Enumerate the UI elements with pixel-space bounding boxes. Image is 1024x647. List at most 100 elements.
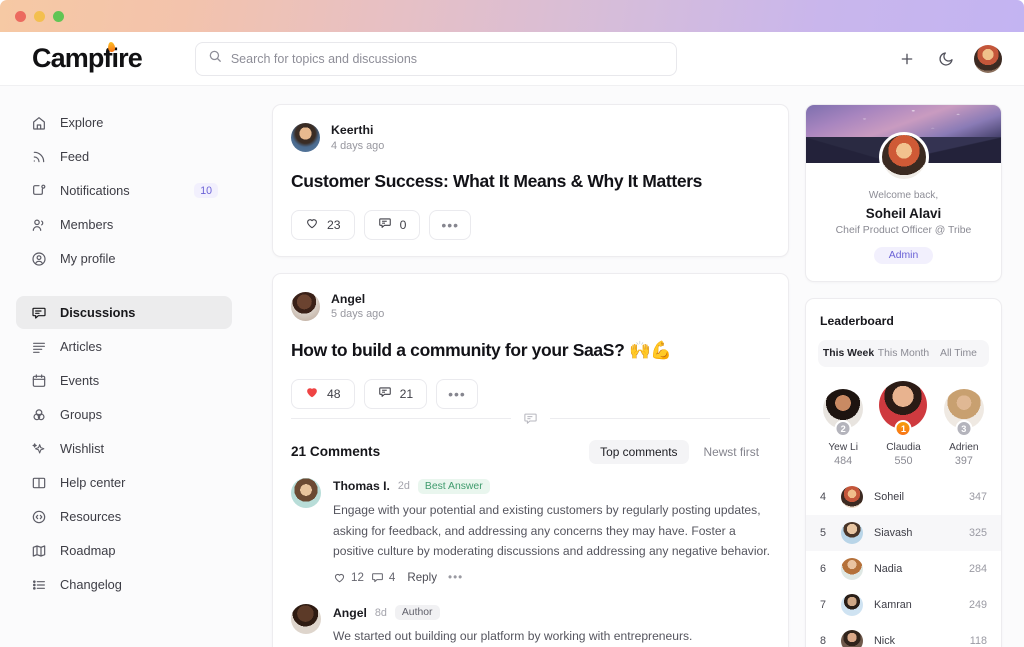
avatar xyxy=(841,594,863,616)
post-more-button[interactable]: ••• xyxy=(436,378,478,409)
post-card[interactable]: Angel 5 days ago How to build a communit… xyxy=(272,272,789,647)
rank-badge: 1 xyxy=(894,420,912,437)
avatar[interactable] xyxy=(291,477,321,508)
sidebar-item-label: Discussions xyxy=(60,305,136,320)
row-rank: 6 xyxy=(820,563,827,575)
post-card[interactable]: Keerthi 4 days ago Customer Success: Wha… xyxy=(272,104,789,257)
tab-all-time[interactable]: All Time xyxy=(931,343,986,364)
profile-name: Soheil Alavi xyxy=(865,206,942,221)
like-button[interactable]: 23 xyxy=(291,209,355,240)
sidebar-item-label: My profile xyxy=(60,251,116,266)
close-window-button[interactable] xyxy=(15,10,26,22)
plus-icon[interactable] xyxy=(896,48,918,70)
row-rank: 7 xyxy=(820,599,827,611)
sidebar-item-members[interactable]: Members xyxy=(16,208,232,241)
comment-body: Thomas I. 2d Best Answer Engage with you… xyxy=(333,478,770,584)
avatar: 2 xyxy=(823,389,864,437)
maximize-window-button[interactable] xyxy=(53,10,64,22)
groups-icon xyxy=(30,406,47,423)
sidebar-item-discussions[interactable]: Discussions xyxy=(16,296,232,329)
divider-line xyxy=(550,417,770,419)
sidebar-item-articles[interactable]: Articles xyxy=(16,330,232,363)
sidebar-item-label: Wishlist xyxy=(60,441,105,456)
sidebar-item-explore[interactable]: Explore xyxy=(16,106,232,139)
post-header: Keerthi 4 days ago xyxy=(291,122,770,154)
comment-body: Angel 8d Author We started out building … xyxy=(333,604,770,647)
avatar[interactable] xyxy=(974,44,1002,73)
avatar[interactable] xyxy=(291,123,320,153)
podium-name: Claudia xyxy=(886,442,921,453)
comment-author: Thomas I. xyxy=(333,479,390,494)
table-row[interactable]: 6 Nadia 284 xyxy=(806,551,1001,587)
notifications-badge: 10 xyxy=(194,183,218,198)
app-logo[interactable]: Campfire xyxy=(32,41,143,74)
podium-item-1[interactable]: 1 Claudia 550 xyxy=(876,381,930,467)
comments-divider xyxy=(291,411,770,426)
podium-name: Adrien xyxy=(949,442,979,453)
post-title[interactable]: How to build a community for your SaaS? … xyxy=(291,340,770,361)
comment-like-button[interactable]: 12 xyxy=(333,571,364,584)
moon-icon[interactable] xyxy=(935,48,957,70)
sidebar-item-events[interactable]: Events xyxy=(16,364,232,397)
table-row[interactable]: 7 Kamran 249 xyxy=(806,587,1001,623)
podium-item-3[interactable]: 3 Adrien 397 xyxy=(937,389,991,467)
avatar xyxy=(841,630,863,647)
comment-more-button[interactable]: ••• xyxy=(448,571,463,584)
lines-icon xyxy=(30,338,47,355)
reply-button[interactable]: Reply xyxy=(407,571,437,584)
comment-reply-count-button[interactable]: 4 xyxy=(371,571,395,584)
post-more-button[interactable]: ••• xyxy=(429,209,472,240)
app-header: Campfire xyxy=(0,32,1024,86)
tab-this-week[interactable]: This Week xyxy=(821,343,876,364)
table-row[interactable]: 4 Soheil 347 xyxy=(806,479,1001,515)
table-row[interactable]: 8 Nick 118 xyxy=(806,623,1001,647)
avatar[interactable] xyxy=(291,292,320,322)
comment-icon xyxy=(523,411,538,426)
comment-button[interactable]: 21 xyxy=(363,378,428,409)
row-name: Nadia xyxy=(874,563,903,575)
avatar xyxy=(841,522,863,544)
leaderboard-tabs: This Week This Month All Time xyxy=(818,340,989,367)
sidebar-item-help-center[interactable]: Help center xyxy=(16,466,232,499)
book-icon xyxy=(30,474,47,491)
sidebar-item-groups[interactable]: Groups xyxy=(16,398,232,431)
sidebar-item-changelog[interactable]: Changelog xyxy=(16,568,232,601)
sidebar-item-roadmap[interactable]: Roadmap xyxy=(16,534,232,567)
home-icon xyxy=(30,114,47,131)
sidebar-item-resources[interactable]: Resources xyxy=(16,500,232,533)
profile-banner xyxy=(806,105,1001,182)
post-title[interactable]: Customer Success: What It Means & Why It… xyxy=(291,171,770,192)
sidebar-item-wishlist[interactable]: Wishlist xyxy=(16,432,232,465)
avatar[interactable] xyxy=(291,604,321,635)
sidebar-item-label: Changelog xyxy=(60,577,122,592)
sidebar-item-notifications[interactable]: Notifications 10 xyxy=(16,174,232,207)
comment-item: Angel 8d Author We started out building … xyxy=(291,604,770,647)
post-header: Angel 5 days ago xyxy=(291,291,770,323)
tab-newest-first[interactable]: Newst first xyxy=(693,440,771,464)
row-rank: 5 xyxy=(820,527,827,539)
tab-this-month[interactable]: This Month xyxy=(876,343,931,364)
avatar[interactable] xyxy=(878,132,929,182)
sidebar-item-my-profile[interactable]: My profile xyxy=(16,242,232,275)
comment-sort-tabs: Top comments Newst first xyxy=(589,439,771,464)
divider-line xyxy=(291,417,511,419)
minimize-window-button[interactable] xyxy=(34,10,45,22)
sparkles-icon xyxy=(30,440,47,457)
sidebar-item-label: Articles xyxy=(60,339,102,354)
podium-name: Yew Li xyxy=(828,442,858,453)
comments-toolbar: 21 Comments Top comments Newst first xyxy=(291,439,771,464)
search-bar[interactable] xyxy=(194,41,677,76)
podium-item-2[interactable]: 2 Yew Li 484 xyxy=(816,389,870,467)
comment-text: Engage with your potential and existing … xyxy=(333,502,770,559)
tab-top-comments[interactable]: Top comments xyxy=(589,439,689,464)
comment-icon xyxy=(378,385,392,402)
comment-item: Thomas I. 2d Best Answer Engage with you… xyxy=(291,477,770,584)
leaderboard-card: Leaderboard This Week This Month All Tim… xyxy=(805,298,1002,647)
search-input[interactable] xyxy=(230,51,664,66)
sidebar-item-feed[interactable]: Feed xyxy=(16,140,232,173)
sidebar-item-label: Help center xyxy=(60,475,126,490)
users-icon xyxy=(30,216,47,233)
like-button[interactable]: 48 xyxy=(291,378,355,409)
comment-button[interactable]: 0 xyxy=(363,209,421,240)
table-row[interactable]: 5 Siavash 325 xyxy=(806,515,1001,551)
